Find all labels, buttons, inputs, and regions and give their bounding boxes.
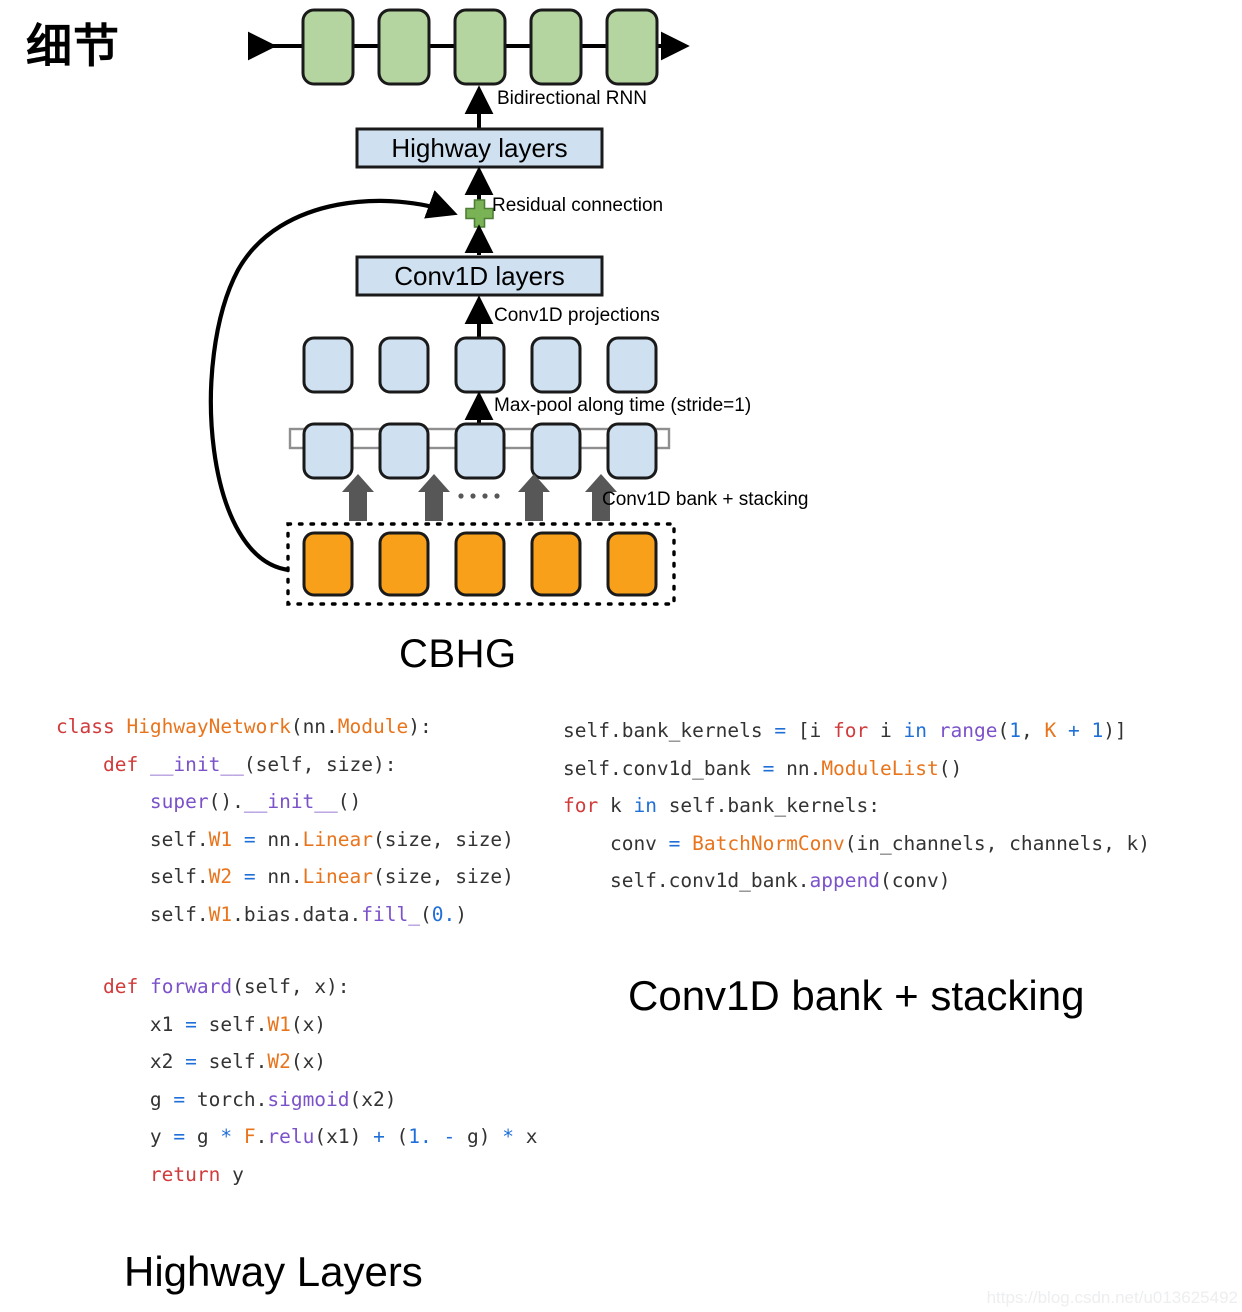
stack-ellipsis <box>458 493 500 499</box>
rnn-cell <box>377 8 431 86</box>
code-block-conv1d-bank: self.bank_kernels = [i for i in range(1,… <box>563 719 1151 892</box>
code-block-highway-init: class HighwayNetwork(nn.Module): def __i… <box>56 715 514 926</box>
bank-cell <box>606 422 658 480</box>
caption-conv1d-bank: Conv1D bank + stacking <box>628 972 1085 1019</box>
rnn-cell <box>529 8 583 86</box>
bank-cell <box>378 422 430 480</box>
conv1d-layers-box-label: Conv1D layers <box>394 261 565 291</box>
label-conv1d-projections: Conv1D projections <box>494 305 660 326</box>
projection-cell-group <box>302 336 658 394</box>
projection-cell <box>302 336 354 394</box>
diagram-caption-cbhg: CBHG <box>399 632 517 676</box>
residual-plus-icon <box>465 199 494 228</box>
highway-layers-box-label: Highway layers <box>391 133 568 163</box>
stack-arrow <box>418 474 450 521</box>
label-max-pool: Max-pool along time (stride=1) <box>494 395 752 416</box>
watermark: https://blog.csdn.net/u013625492 <box>986 1288 1238 1307</box>
bank-cell <box>530 422 582 480</box>
bank-cell <box>454 422 506 480</box>
label-conv1d-bank: Conv1D bank + stacking <box>602 489 809 510</box>
bank-cell-group <box>302 422 658 480</box>
cbhg-diagram: Bidirectional RNN Residual connection Co… <box>0 0 1242 690</box>
projection-cell <box>606 336 658 394</box>
projection-cell <box>530 336 582 394</box>
label-residual-connection: Residual connection <box>492 195 664 216</box>
caption-highway-layers: Highway Layers <box>124 1248 423 1295</box>
projection-cell <box>454 336 506 394</box>
projection-cell <box>378 336 430 394</box>
input-cell-group <box>302 531 658 597</box>
label-bidirectional-rnn: Bidirectional RNN <box>497 88 647 109</box>
input-cell <box>378 531 430 597</box>
stack-arrow <box>342 474 374 521</box>
rnn-cell <box>605 8 659 86</box>
stack-arrow <box>518 474 550 521</box>
input-cell <box>530 531 582 597</box>
bank-cell <box>302 422 354 480</box>
stack-arrow-group <box>342 474 617 521</box>
input-cell <box>606 531 658 597</box>
input-cell <box>302 531 354 597</box>
code-block-highway-forward: def forward(self, x): x1 = self.W1(x) x2… <box>102 975 538 1186</box>
rnn-cell <box>301 8 355 86</box>
input-cell <box>454 531 506 597</box>
rnn-cell <box>453 8 507 86</box>
